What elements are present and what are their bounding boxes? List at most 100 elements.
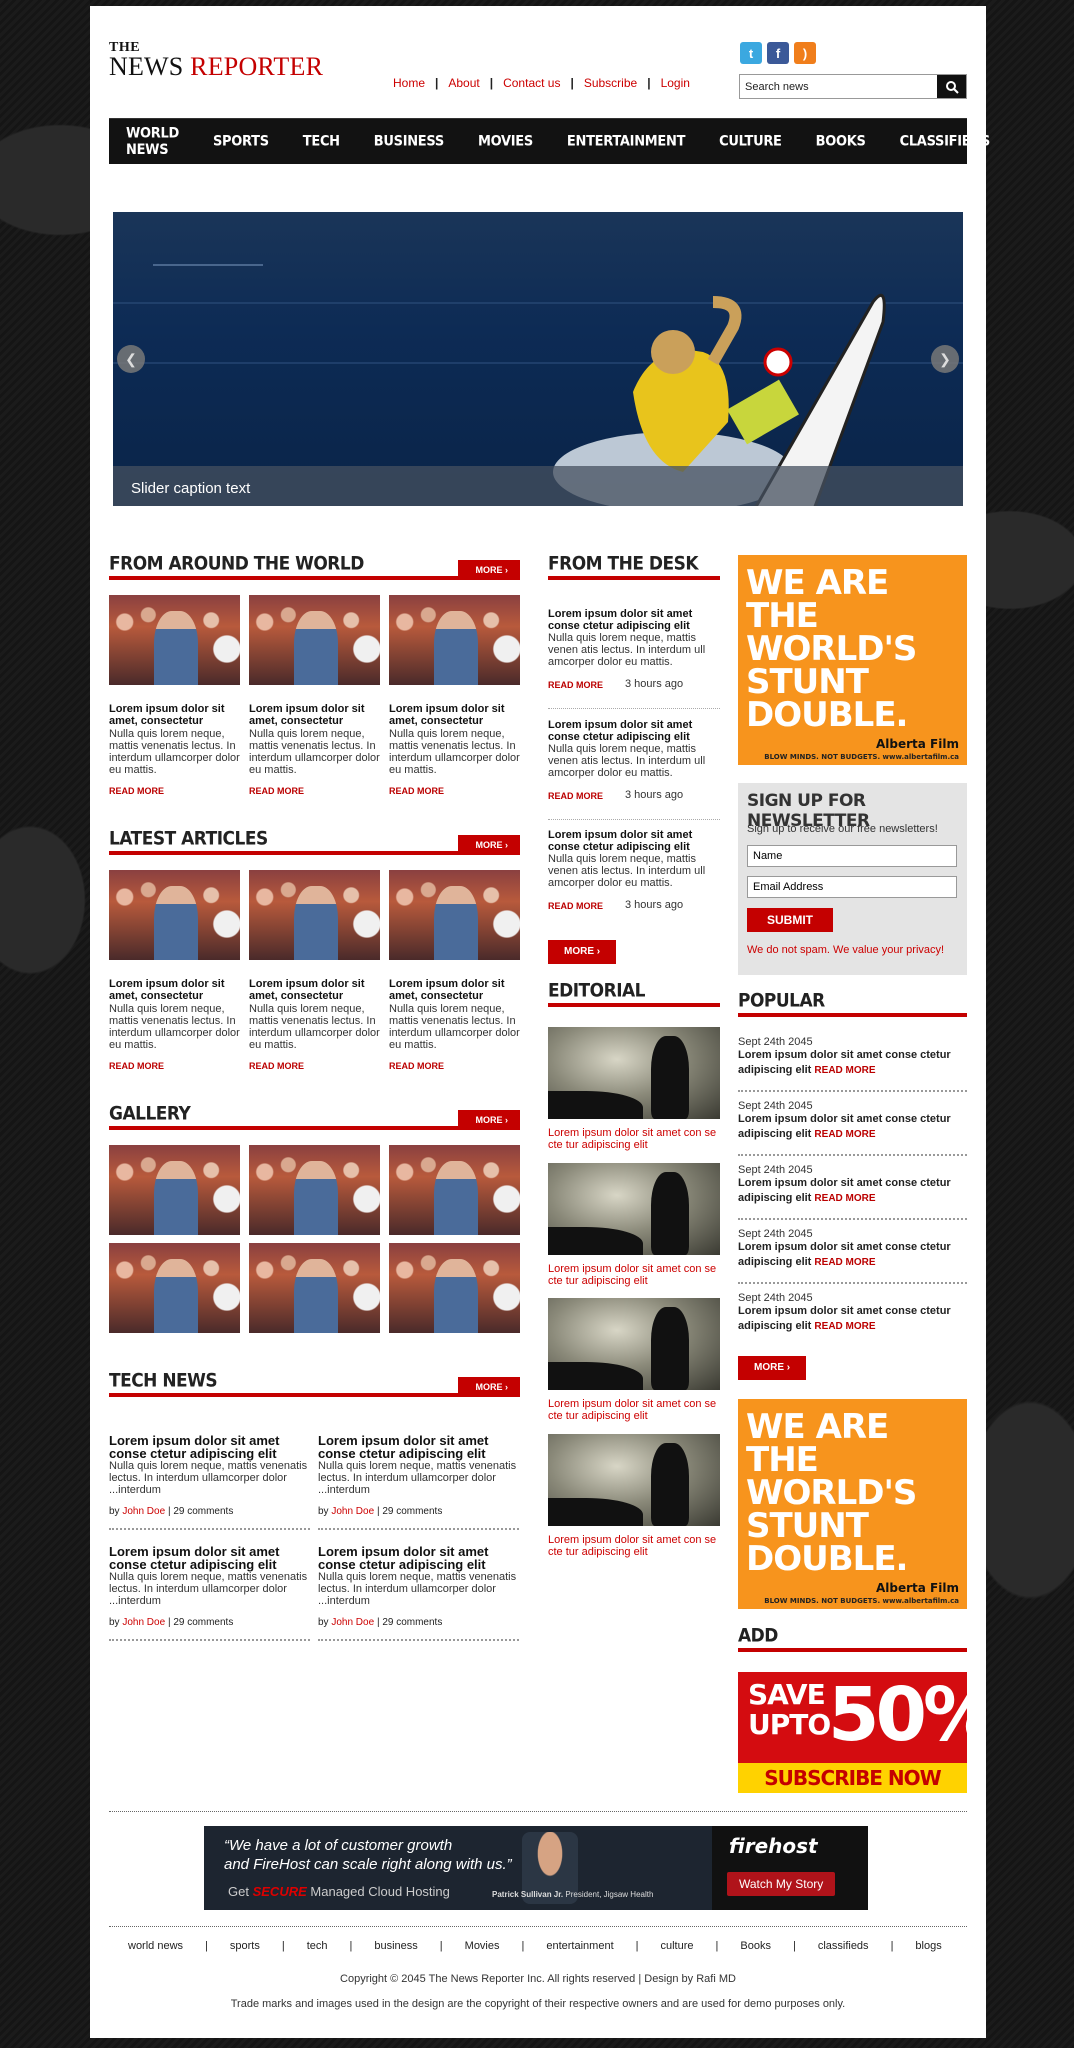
world-readmore[interactable]: READ MORE: [249, 786, 304, 796]
footer-link-books[interactable]: Books: [740, 1940, 771, 1952]
watch-my-story-button[interactable]: Watch My Story: [727, 1872, 836, 1896]
top-links: Home | About | Contact us | Subscribe | Logi…: [393, 76, 690, 90]
tech-author-link[interactable]: John Doe: [122, 1506, 165, 1517]
ad-alberta-film-2[interactable]: WE ARE THE WORLD'S STUNT DOUBLE. Alberta…: [738, 1399, 967, 1609]
popular-readmore[interactable]: READ MORE: [814, 1129, 875, 1140]
nav-sports[interactable]: SPORTS: [213, 133, 269, 150]
popular-more-button[interactable]: MORE ›: [738, 1356, 807, 1380]
designer-link[interactable]: Rafi MD: [696, 1973, 736, 1985]
latest-article-title[interactable]: Lorem ipsum dolor sit amet, consectetur: [249, 978, 384, 1002]
editorial-image[interactable]: [548, 1027, 720, 1119]
footer-link-blogs[interactable]: blogs: [915, 1940, 941, 1952]
gallery-thumb[interactable]: [389, 1243, 520, 1333]
tech-author-link[interactable]: John Doe: [331, 1506, 374, 1517]
facebook-icon[interactable]: f: [767, 42, 789, 64]
latest-thumb-3[interactable]: [389, 870, 520, 960]
ad-alberta-film[interactable]: WE ARE THE WORLD'S STUNT DOUBLE. Alberta…: [738, 555, 967, 765]
gallery-thumb[interactable]: [109, 1243, 240, 1333]
nav-entertainment[interactable]: ENTERTAINMENT: [567, 133, 686, 150]
latest-thumb-1[interactable]: [109, 870, 240, 960]
editorial-link[interactable]: Lorem ipsum dolor sit amet con se cte tu…: [548, 1263, 720, 1287]
latest-article-title[interactable]: Lorem ipsum dolor sit amet, consectetur: [389, 978, 524, 1002]
tech-more-button[interactable]: MORE ›: [457, 1377, 520, 1396]
logo-reporter: REPORTER: [190, 52, 324, 81]
footer-link-entertainment[interactable]: entertainment: [546, 1940, 613, 1952]
world-thumb-1[interactable]: [109, 595, 240, 685]
footer-link-sports[interactable]: sports: [230, 1940, 260, 1952]
newsletter-subtitle: Sign up to receive our free newsletters!: [747, 823, 938, 835]
popular-item: Sept 24th 2045 Lorem ipsum dolor sit ame…: [738, 1292, 951, 1332]
search-button[interactable]: [937, 75, 966, 98]
world-article-title[interactable]: Lorem ipsum dolor sit amet, consectetur: [389, 703, 524, 727]
newsletter-name-input[interactable]: [747, 845, 957, 867]
latest-readmore[interactable]: READ MORE: [109, 1061, 164, 1071]
twitter-icon[interactable]: t: [740, 42, 762, 64]
gallery-thumb[interactable]: [249, 1243, 380, 1333]
popular-readmore[interactable]: READ MORE: [814, 1321, 875, 1332]
gallery-thumb[interactable]: [109, 1145, 240, 1235]
latest-readmore[interactable]: READ MORE: [389, 1061, 444, 1071]
editorial-link[interactable]: Lorem ipsum dolor sit amet con se cte tu…: [548, 1127, 720, 1151]
gallery-thumb[interactable]: [389, 1145, 520, 1235]
latest-readmore[interactable]: READ MORE: [249, 1061, 304, 1071]
footer-divider: [109, 1811, 967, 1812]
gallery-more-button[interactable]: MORE ›: [457, 1110, 520, 1129]
world-article-body: Nulla quis lorem neque, mattis venenatis…: [109, 728, 240, 776]
slider-next-button[interactable]: ❯: [931, 345, 959, 373]
footer-nav: world news | sports | tech | business | Movi…: [128, 1940, 942, 1952]
section-tech-heading: TECH NEWS MORE ›: [109, 1370, 520, 1397]
footer-link-classifieds[interactable]: classifieds: [818, 1940, 869, 1952]
search-icon: [945, 80, 959, 94]
gallery-thumb[interactable]: [249, 1145, 380, 1235]
nav-tech[interactable]: TECH: [303, 133, 340, 150]
editorial-link[interactable]: Lorem ipsum dolor sit amet con se cte tu…: [548, 1398, 720, 1422]
newsletter-submit-button[interactable]: SUBMIT: [747, 908, 833, 932]
latest-more-button[interactable]: MORE ›: [457, 835, 520, 854]
latest-article-title[interactable]: Lorem ipsum dolor sit amet, consectetur: [109, 978, 244, 1002]
newsletter-email-input[interactable]: [747, 876, 957, 898]
footer-link-movies[interactable]: Movies: [465, 1940, 500, 1952]
nav-business[interactable]: BUSINESS: [374, 133, 444, 150]
footer-link-culture[interactable]: culture: [660, 1940, 693, 1952]
footer-link-business[interactable]: business: [374, 1940, 417, 1952]
editorial-image[interactable]: [548, 1434, 720, 1526]
hero-slider: ❮ ❯ Slider caption text: [113, 212, 963, 506]
popular-readmore[interactable]: READ MORE: [814, 1065, 875, 1076]
nav-culture[interactable]: CULTURE: [719, 133, 782, 150]
search-input[interactable]: [740, 75, 937, 98]
editorial-link[interactable]: Lorem ipsum dolor sit amet con se cte tu…: [548, 1534, 720, 1558]
slider-prev-button[interactable]: ❮: [117, 345, 145, 373]
tech-author-link[interactable]: John Doe: [122, 1617, 165, 1628]
subscribe-promo[interactable]: SAVEUPTO 50% SUBSCRIBE NOW: [738, 1672, 967, 1793]
world-readmore[interactable]: READ MORE: [109, 786, 164, 796]
world-thumb-2[interactable]: [249, 595, 380, 685]
nav-movies[interactable]: MOVIES: [478, 133, 533, 150]
toplink-login[interactable]: Login: [661, 76, 690, 90]
latest-thumb-2[interactable]: [249, 870, 380, 960]
rss-icon[interactable]: ): [794, 42, 816, 64]
section-popular-heading: POPULAR: [738, 990, 967, 1017]
world-thumb-3[interactable]: [389, 595, 520, 685]
firehost-banner[interactable]: “We have a lot of customer growth and Fir…: [204, 1826, 868, 1910]
world-article-title[interactable]: Lorem ipsum dolor sit amet, consectetur: [109, 703, 244, 727]
toplink-about[interactable]: About: [448, 76, 479, 90]
toplink-contact[interactable]: Contact us: [503, 76, 560, 90]
section-desk-heading: FROM THE DESK: [548, 553, 720, 580]
editorial-image[interactable]: [548, 1298, 720, 1390]
world-more-button[interactable]: MORE ›: [457, 560, 520, 579]
toplink-home[interactable]: Home: [393, 76, 425, 90]
nav-classifieds[interactable]: CLASSIFIEDS: [900, 133, 991, 150]
footer-link-world-news[interactable]: world news: [128, 1940, 183, 1952]
tech-author-link[interactable]: John Doe: [331, 1617, 374, 1628]
site-logo[interactable]: THE NEWS REPORTER: [109, 41, 324, 81]
toplink-subscribe[interactable]: Subscribe: [584, 76, 637, 90]
world-readmore[interactable]: READ MORE: [389, 786, 444, 796]
desk-more-button[interactable]: MORE ›: [548, 940, 617, 964]
footer-link-tech[interactable]: tech: [307, 1940, 328, 1952]
editorial-image[interactable]: [548, 1163, 720, 1255]
nav-books[interactable]: BOOKS: [816, 133, 866, 150]
popular-readmore[interactable]: READ MORE: [814, 1193, 875, 1204]
popular-readmore[interactable]: READ MORE: [814, 1257, 875, 1268]
world-article-title[interactable]: Lorem ipsum dolor sit amet, consectetur: [249, 703, 384, 727]
nav-world-news[interactable]: WORLD NEWS: [126, 125, 179, 158]
